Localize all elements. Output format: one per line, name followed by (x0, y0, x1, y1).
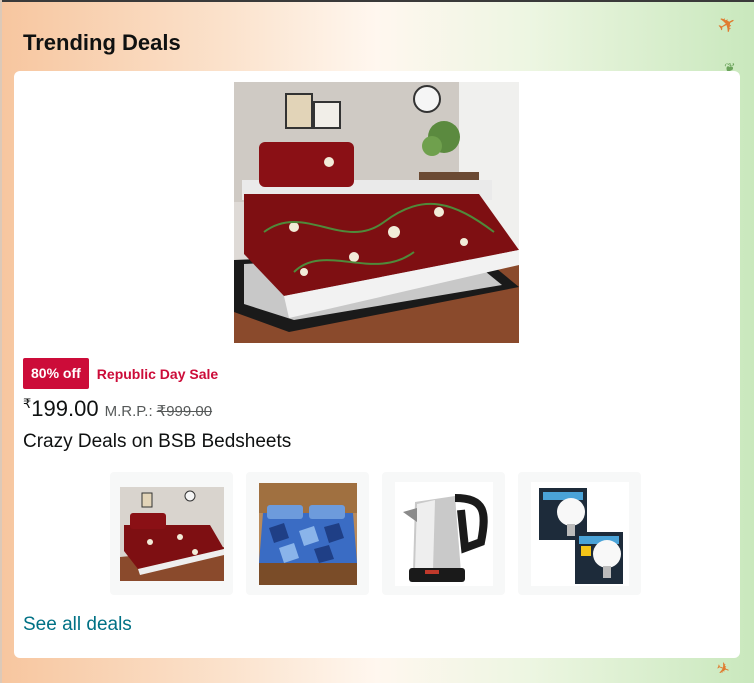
sale-event-label: Republic Day Sale (96, 365, 219, 382)
discount-badge: 80% off (23, 358, 89, 389)
hero-product-image[interactable] (234, 82, 519, 343)
thumbnail-bedsheet-blue[interactable] (246, 472, 369, 595)
bedsheet-maroon-image (119, 486, 224, 581)
deal-card: 80% off Republic Day Sale ₹ 199.00 M.R.P… (14, 71, 740, 658)
thumbnail-kettle[interactable] (382, 472, 505, 595)
section-title: Trending Deals (23, 30, 181, 55)
currency-symbol: ₹ (23, 396, 32, 411)
deal-title[interactable]: Crazy Deals on BSB Bedsheets (23, 431, 291, 453)
thumbnail-led-bulbs[interactable] (518, 472, 641, 595)
mrp-value: ₹999.00 (156, 403, 213, 420)
window-top-border (0, 0, 754, 2)
kettle-image (394, 481, 493, 586)
decor-plane-icon: ✈ (713, 659, 733, 680)
mrp-label: M.R.P.: (104, 403, 153, 420)
led-bulb-image (530, 481, 629, 586)
bedsheet-blue-image (258, 482, 357, 585)
price-row: ₹ 199.00 M.R.P.: ₹999.00 (23, 396, 212, 426)
deal-price: 199.00 (31, 396, 99, 421)
decor-plane-icon: ✈ (712, 9, 742, 41)
thumbnail-strip (110, 472, 641, 595)
see-all-deals-link[interactable]: See all deals (23, 614, 132, 636)
deal-badges: 80% off Republic Day Sale (23, 358, 218, 389)
thumbnail-bedsheet-maroon[interactable] (110, 472, 233, 595)
window-left-border (0, 0, 2, 683)
